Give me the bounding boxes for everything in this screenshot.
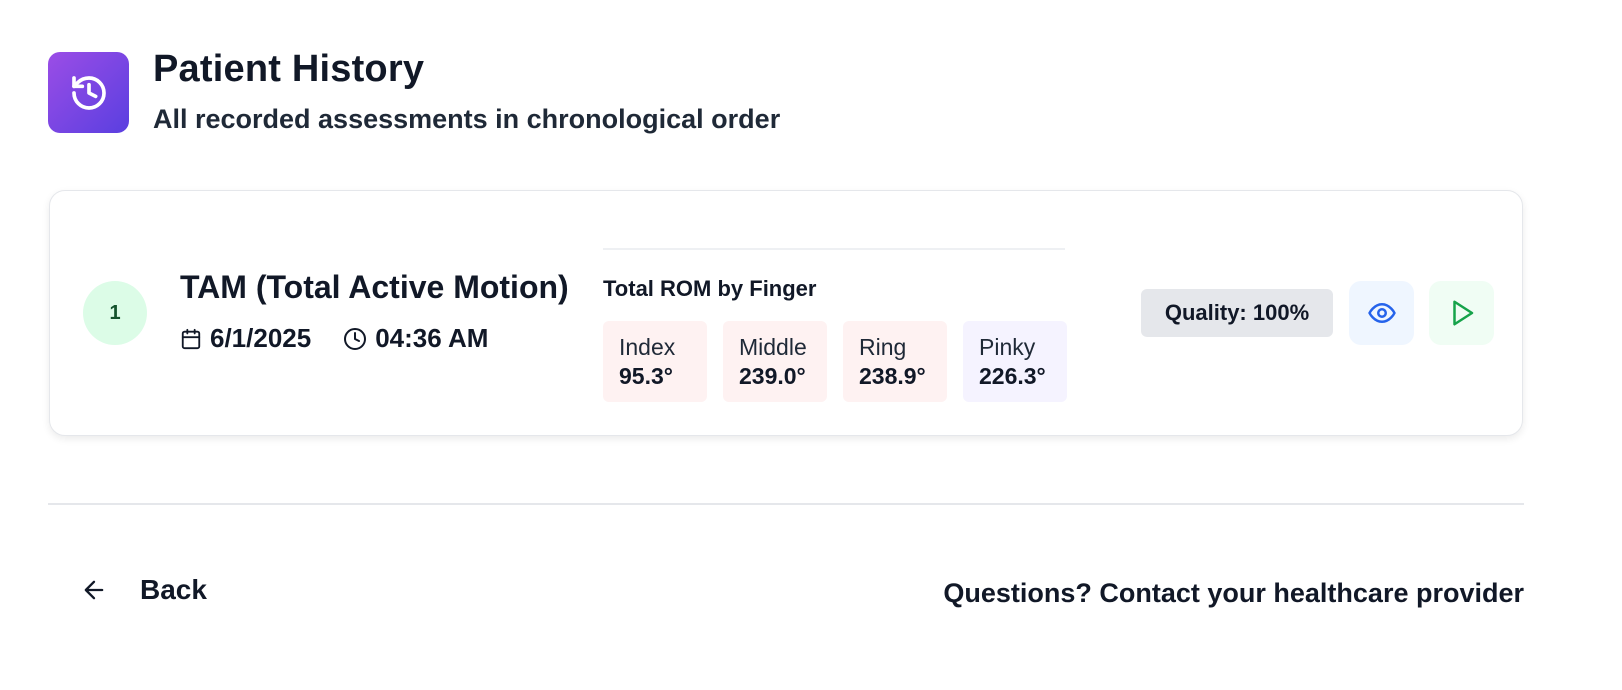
contact-provider-text: Questions? Contact your healthcare provi… <box>943 578 1524 608</box>
assessment-title: TAM (Total Active Motion) <box>180 269 569 305</box>
back-button-label: Back <box>140 574 207 605</box>
assessment-date-text: 6/1/2025 <box>210 323 312 353</box>
finger-chip-middle: Middle 239.0° <box>723 321 827 402</box>
assessment-meta: 6/1/2025 04:36 AM <box>180 323 488 354</box>
eye-icon <box>1367 303 1396 323</box>
clock-icon <box>344 327 367 350</box>
page-title: Patient History <box>153 48 425 90</box>
back-button[interactable]: Back <box>80 574 207 606</box>
finger-value: 226.3° <box>979 363 1046 389</box>
finger-chip-ring: Ring 238.9° <box>843 321 947 402</box>
finger-chip-pinky: Pinky 226.3° <box>963 321 1067 402</box>
play-icon <box>1452 300 1473 326</box>
quality-badge: Quality: 100% <box>1141 289 1333 337</box>
calendar-icon <box>181 328 201 349</box>
assessment-card: 1 TAM (Total Active Motion) 6/1/2025 04:… <box>49 190 1523 436</box>
history-icon <box>48 52 129 133</box>
view-assessment-button[interactable] <box>1349 281 1414 345</box>
finger-value: 95.3° <box>619 363 673 389</box>
finger-value: 238.9° <box>859 363 926 389</box>
finger-label: Pinky <box>979 334 1036 360</box>
play-recording-button[interactable] <box>1429 281 1494 345</box>
assessment-index-badge: 1 <box>83 281 147 345</box>
assessment-time: 04:36 AM <box>343 323 488 354</box>
finger-label: Index <box>619 334 676 360</box>
page-subtitle: All recorded assessments in chronologica… <box>153 104 781 134</box>
finger-chip-index: Index 95.3° <box>603 321 707 402</box>
finger-label: Ring <box>859 334 907 360</box>
rom-title: Total ROM by Finger <box>603 276 817 301</box>
finger-label: Middle <box>739 334 807 360</box>
patient-history-page: Patient History All recorded assessments… <box>0 0 1622 690</box>
arrow-left-icon <box>84 580 104 600</box>
assessment-time-text: 04:36 AM <box>375 323 489 353</box>
assessment-date: 6/1/2025 <box>180 323 311 354</box>
finger-rom-list: Index 95.3° Middle 239.0° Ring 238.9° Pi… <box>603 321 1067 402</box>
section-divider <box>48 503 1524 505</box>
finger-value: 239.0° <box>739 363 806 389</box>
rom-divider <box>603 248 1065 250</box>
